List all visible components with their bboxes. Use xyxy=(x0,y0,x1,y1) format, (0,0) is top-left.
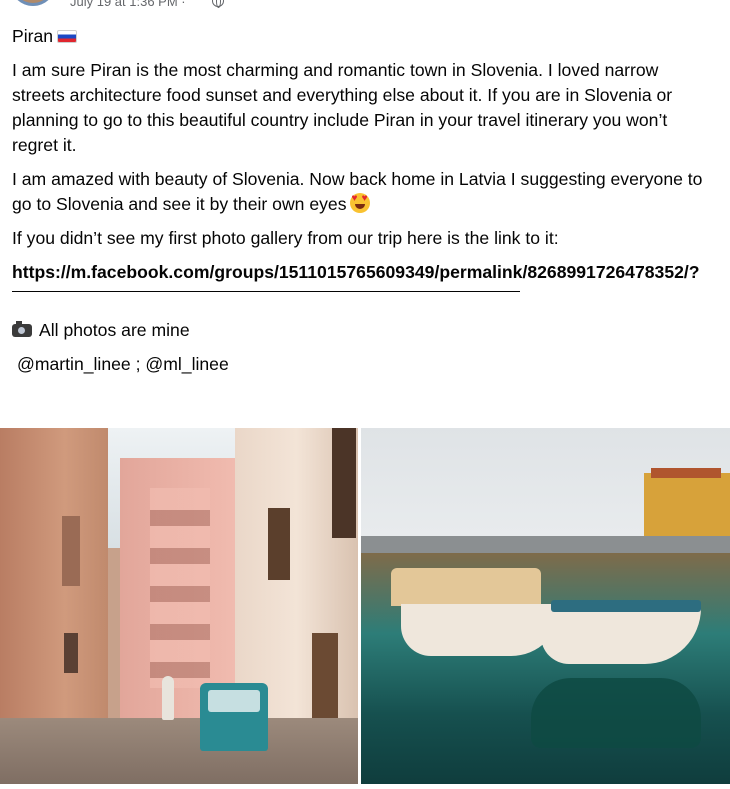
slovenia-flag-icon xyxy=(57,30,78,43)
post-timestamp[interactable]: July 19 at 1:36 PM · xyxy=(70,0,186,9)
right-building-shutter xyxy=(332,428,356,538)
boat-right-deck xyxy=(551,600,701,612)
street-pavement xyxy=(0,718,358,784)
pedestrian xyxy=(162,676,174,720)
left-building-window xyxy=(62,516,80,586)
harbor-boats-photo[interactable] xyxy=(361,428,730,784)
author-avatar[interactable] xyxy=(10,0,56,6)
yellow-building-roof xyxy=(651,468,721,478)
text-divider xyxy=(12,291,520,292)
boat-reflection xyxy=(531,678,701,748)
left-building-window xyxy=(64,633,78,673)
post-header: July 19 at 1:36 PM · xyxy=(0,0,730,12)
boat-cover xyxy=(391,568,541,606)
post-title-line: Piran xyxy=(12,24,712,49)
boat-left xyxy=(401,604,561,656)
gallery-link[interactable]: https://m.facebook.com/groups/1511015765… xyxy=(12,260,712,285)
narrow-street-photo[interactable] xyxy=(0,428,358,784)
globe-icon[interactable] xyxy=(212,0,224,8)
photos-note-line: All photos are mine xyxy=(12,318,712,343)
post-body: Piran I am sure Piran is the most charmi… xyxy=(12,24,712,386)
photos-note: All photos are mine xyxy=(39,320,190,340)
teal-vehicle-window xyxy=(208,690,260,712)
paragraph-2-line: I am amazed with beauty of Slovenia. Now… xyxy=(12,167,712,217)
middle-building-windows xyxy=(150,488,210,688)
paragraph-3: If you didn’t see my first photo gallery… xyxy=(12,228,559,248)
link-line: https://m.facebook.com/groups/1511015765… xyxy=(12,260,712,285)
yellow-building xyxy=(644,473,730,545)
post-title: Piran xyxy=(12,26,54,46)
camera-icon xyxy=(12,321,32,337)
author-handles[interactable]: @martin_linee ; @ml_linee xyxy=(12,352,712,377)
paragraph-1: I am sure Piran is the most charming and… xyxy=(12,60,673,155)
heart-eyes-emoji-icon xyxy=(349,193,370,213)
right-building-shutter xyxy=(268,508,290,580)
